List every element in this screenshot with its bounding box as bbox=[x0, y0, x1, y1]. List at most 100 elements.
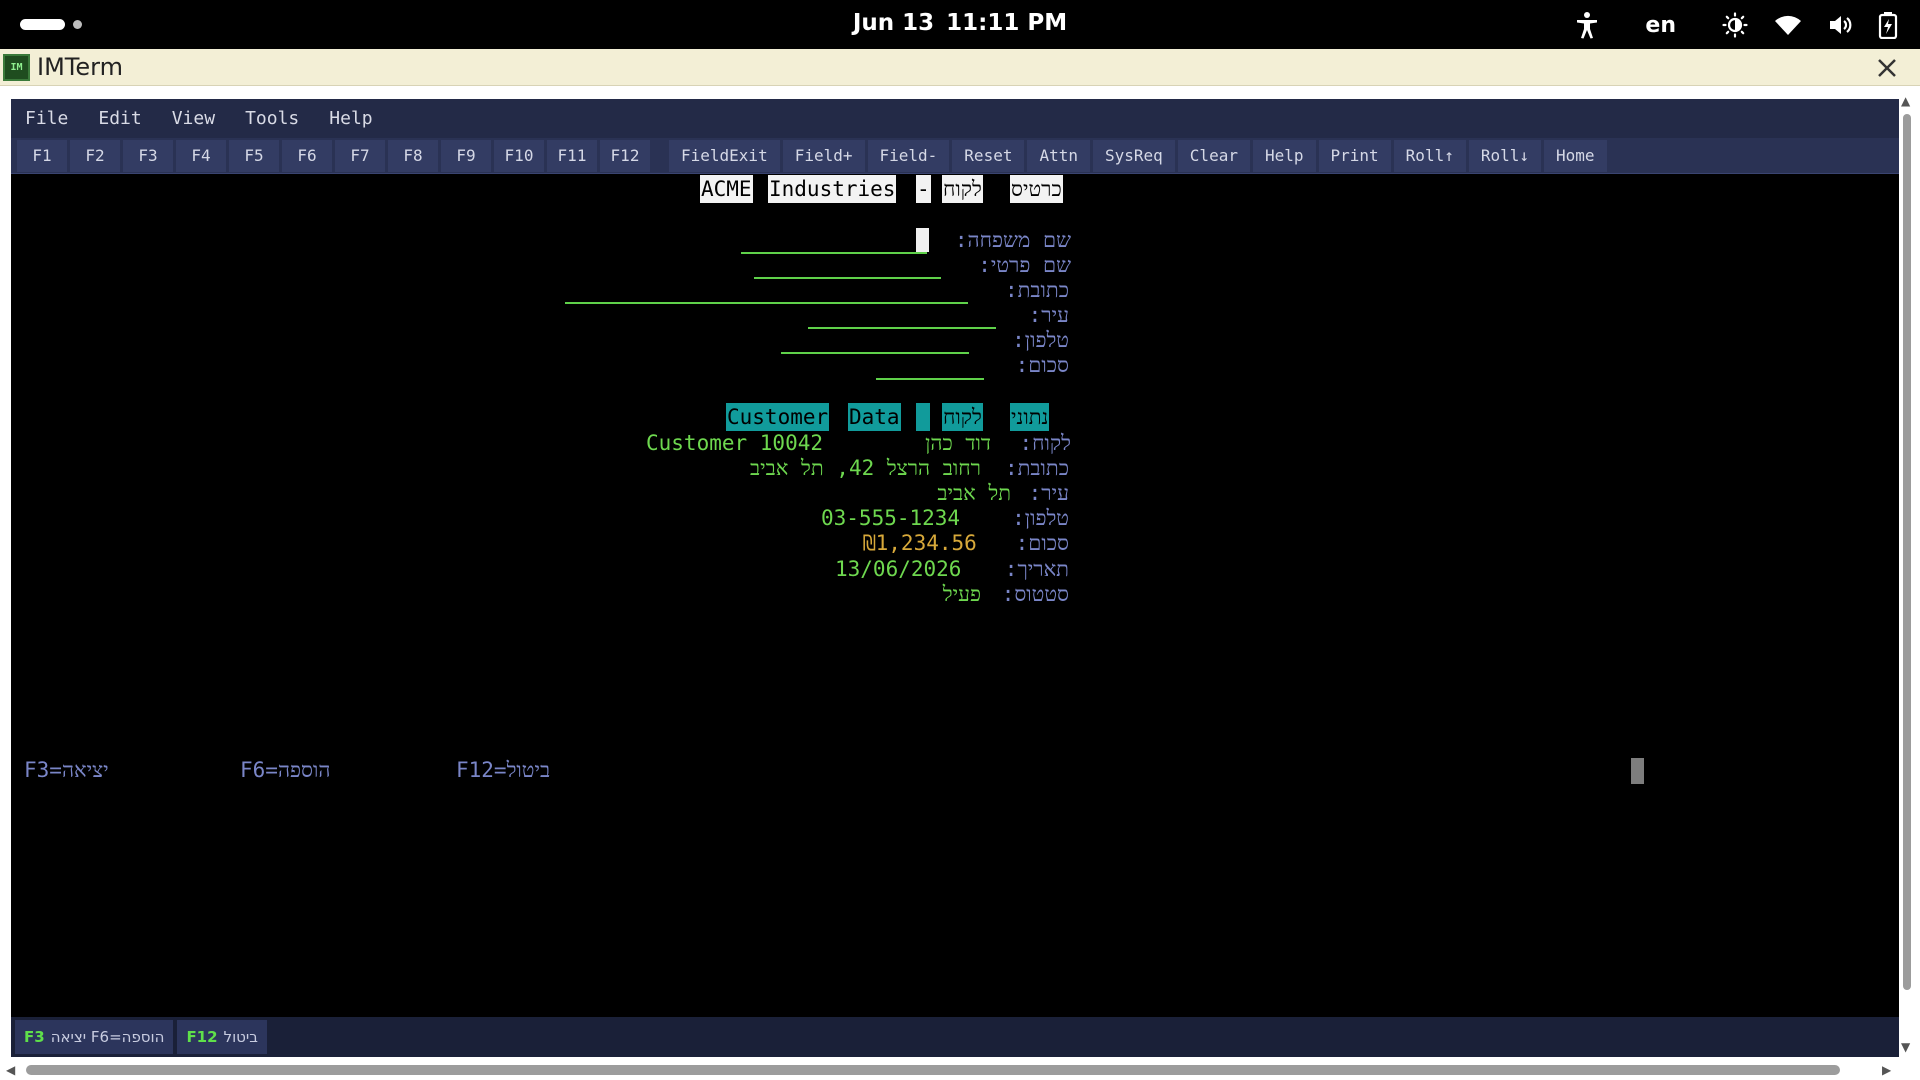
screen-title-dash: - bbox=[916, 175, 931, 203]
data-status-value: פעיל bbox=[942, 582, 981, 606]
f4-button[interactable]: F4 bbox=[176, 139, 226, 172]
data-date-label: תאריך: bbox=[1004, 557, 1069, 581]
menu-edit[interactable]: Edit bbox=[98, 108, 141, 129]
vertical-scroll-thumb[interactable] bbox=[1903, 114, 1911, 990]
hint-f6-add: F6=הוספה bbox=[240, 758, 331, 782]
battery-charging-icon[interactable] bbox=[1878, 11, 1898, 39]
f8-button[interactable]: F8 bbox=[388, 139, 438, 172]
menu-file[interactable]: File bbox=[25, 108, 68, 129]
menu-help[interactable]: Help bbox=[329, 108, 372, 129]
language-indicator[interactable]: en bbox=[1645, 13, 1676, 38]
key-f3-f6-text: יציאה F6=הוספה bbox=[50, 1028, 165, 1046]
screen-title-company-1: ACME bbox=[700, 175, 753, 203]
f5-button[interactable]: F5 bbox=[229, 139, 279, 172]
scroll-up-icon[interactable]: ▲ bbox=[1901, 94, 1910, 108]
menu-bar: File Edit View Tools Help bbox=[11, 99, 1899, 138]
horizontal-scrollbar[interactable]: ◀ ▶ bbox=[0, 1060, 1920, 1080]
status-icons: en bbox=[1575, 10, 1898, 40]
customer-label: לקוח: bbox=[1019, 431, 1071, 455]
city-label: עיר: bbox=[1028, 303, 1069, 327]
f7-button[interactable]: F7 bbox=[335, 139, 385, 172]
status-cursor bbox=[1631, 758, 1644, 784]
screen-title-hebrew-1: כרטיס bbox=[1010, 175, 1063, 203]
phone-label: טלפון: bbox=[1012, 328, 1069, 352]
status-time: 11:11 PM bbox=[946, 10, 1068, 36]
menu-tools[interactable]: Tools bbox=[245, 108, 299, 129]
data-city-value: תל אביב bbox=[937, 481, 1011, 505]
data-date-value: 13/06/2026 bbox=[835, 557, 962, 581]
key-f3-label: F3 bbox=[24, 1028, 45, 1046]
city-input[interactable] bbox=[808, 327, 996, 329]
reset-button[interactable]: Reset bbox=[952, 139, 1025, 172]
f10-button[interactable]: F10 bbox=[494, 139, 544, 172]
customer-id: Customer 10042 bbox=[646, 431, 824, 455]
text-cursor bbox=[916, 228, 929, 252]
screen-title-company-2: Industries bbox=[768, 175, 897, 203]
terminal-screen[interactable]: ACME Industries - לקוח כרטיס שם משפחה: ש… bbox=[11, 175, 1899, 1017]
night-mode-icon[interactable] bbox=[1722, 12, 1748, 38]
key-f12-text: ביטול bbox=[223, 1028, 258, 1046]
address-input[interactable] bbox=[565, 302, 968, 304]
app-title: IMTerm bbox=[37, 53, 123, 81]
key-f12-button[interactable]: F12 ביטול bbox=[177, 1020, 267, 1054]
sysreq-button[interactable]: SysReq bbox=[1093, 139, 1175, 172]
hint-f12-cancel: F12=ביטול bbox=[456, 758, 551, 782]
address-label: כתובת: bbox=[1004, 278, 1069, 302]
system-status-bar: Jun 13 11:11 PM en bbox=[0, 0, 1920, 49]
f1-button[interactable]: F1 bbox=[17, 139, 67, 172]
first-name-label: שם פרטי: bbox=[978, 253, 1071, 277]
scroll-left-icon[interactable]: ◀ bbox=[6, 1063, 15, 1077]
last-name-input[interactable] bbox=[741, 252, 927, 254]
screen-title-hebrew-2: לקוח bbox=[942, 175, 983, 203]
status-date: Jun 13 bbox=[852, 10, 935, 36]
amount-input[interactable] bbox=[876, 378, 984, 380]
key-f3-f6-button[interactable]: F3 יציאה F6=הוספה bbox=[15, 1020, 174, 1054]
vertical-scrollbar[interactable]: ▲ ▼ bbox=[1900, 94, 1914, 1056]
close-icon[interactable] bbox=[1874, 55, 1900, 81]
data-status-label: סטטוס: bbox=[1001, 582, 1069, 606]
data-address-label: כתובת: bbox=[1004, 456, 1069, 480]
app-title-bar: IM IMTerm bbox=[0, 49, 1920, 86]
print-button[interactable]: Print bbox=[1318, 139, 1391, 172]
data-address-value: רחוב הרצל 42, תל אביב bbox=[750, 456, 981, 480]
roll-down-button[interactable]: Roll↓ bbox=[1468, 139, 1542, 172]
field-exit-button[interactable]: FieldExit bbox=[669, 139, 780, 172]
f11-button[interactable]: F11 bbox=[547, 139, 597, 172]
data-phone-label: טלפון: bbox=[1012, 506, 1069, 530]
data-header-english-2: Customer bbox=[726, 403, 830, 431]
hint-f3-exit: F3=יציאה bbox=[24, 758, 109, 782]
bottom-key-bar: F3 יציאה F6=הוספה F12 ביטול bbox=[11, 1017, 1899, 1057]
clear-button[interactable]: Clear bbox=[1177, 139, 1250, 172]
phone-input[interactable] bbox=[781, 352, 969, 354]
accessibility-icon[interactable] bbox=[1575, 11, 1599, 39]
field-plus-button[interactable]: Field+ bbox=[782, 139, 865, 172]
f12-button[interactable]: F12 bbox=[600, 139, 650, 172]
f6-button[interactable]: F6 bbox=[282, 139, 332, 172]
last-name-label: שם משפחה: bbox=[954, 228, 1071, 252]
key-f12-label: F12 bbox=[186, 1028, 218, 1046]
data-header-spacer bbox=[916, 403, 930, 431]
function-toolbar: F1 F2 F3 F4 F5 F6 F7 F8 F9 F10 F11 F12 F… bbox=[11, 138, 1899, 174]
horizontal-scroll-thumb[interactable] bbox=[26, 1065, 1840, 1075]
wifi-icon[interactable] bbox=[1774, 14, 1802, 36]
scroll-down-icon[interactable]: ▼ bbox=[1901, 1040, 1910, 1054]
scroll-right-icon[interactable]: ▶ bbox=[1882, 1063, 1891, 1077]
data-header-hebrew-1: נתוני bbox=[1010, 403, 1050, 431]
volume-icon[interactable] bbox=[1828, 13, 1852, 37]
f9-button[interactable]: F9 bbox=[441, 139, 491, 172]
help-button[interactable]: Help bbox=[1252, 139, 1316, 172]
data-amount-label: סכום: bbox=[1015, 531, 1069, 555]
menu-view[interactable]: View bbox=[172, 108, 215, 129]
field-minus-button[interactable]: Field- bbox=[867, 139, 950, 172]
app-logo-icon: IM bbox=[3, 54, 30, 81]
attn-button[interactable]: Attn bbox=[1027, 139, 1090, 172]
customer-name: דוד כהן bbox=[925, 431, 991, 455]
data-header-hebrew-2: לקוח bbox=[942, 403, 983, 431]
roll-up-button[interactable]: Roll↑ bbox=[1393, 139, 1466, 172]
first-name-input[interactable] bbox=[754, 277, 941, 279]
home-button[interactable]: Home bbox=[1544, 139, 1607, 172]
f3-button[interactable]: F3 bbox=[123, 139, 173, 172]
data-amount-value: ₪1,234.56 bbox=[863, 531, 977, 555]
terminal-window: File Edit View Tools Help F1 F2 F3 F4 F5… bbox=[11, 99, 1899, 1057]
f2-button[interactable]: F2 bbox=[70, 139, 120, 172]
